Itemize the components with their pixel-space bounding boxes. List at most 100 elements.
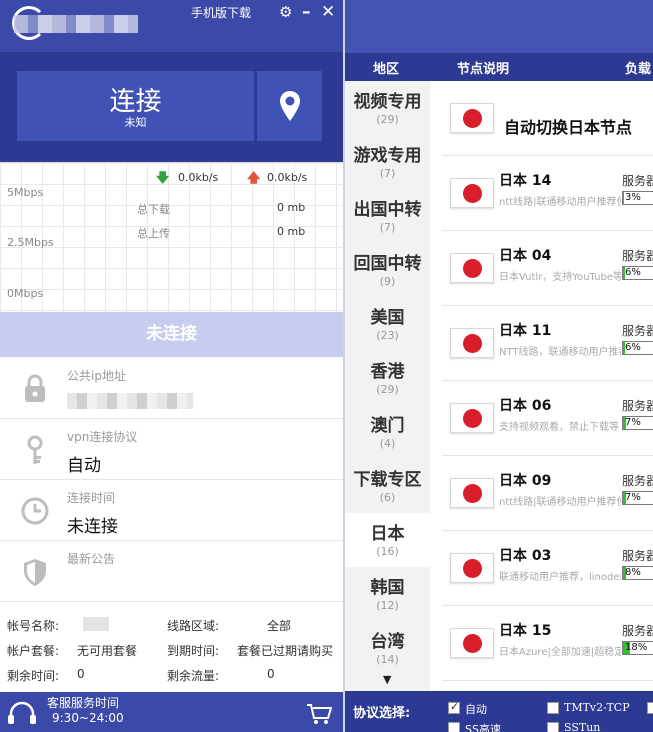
location-button[interactable]: [257, 71, 322, 141]
protocol-option-label: 自动: [465, 703, 487, 716]
expire-value[interactable]: 套餐已过期请购买: [237, 642, 333, 659]
auto-switch-node[interactable]: 自动切换日本节点: [442, 81, 653, 156]
line-region-label: 线路区域:: [167, 619, 220, 633]
title-bar: 手机版下载 ⚙ – ✕: [0, 0, 343, 52]
info-label: 公共ip地址: [67, 369, 126, 383]
minimize-icon[interactable]: –: [302, 2, 311, 22]
region-item[interactable]: 韩国 (12): [345, 567, 430, 621]
download-speed: 0.0kb/s: [178, 171, 219, 184]
connect-button[interactable]: 连接 未知: [17, 71, 254, 141]
protocol-bar: 协议选择: ✓ 自动 TMTv2-TCP SS高速 SSTun: [345, 691, 653, 732]
region-item[interactable]: 美国 (23): [345, 297, 430, 351]
map-pin-icon: [279, 91, 300, 121]
node-row[interactable]: 日本 11 NTT线路，联通移动用户推荐使用服务器 6%: [442, 306, 653, 381]
traffic-chart: 🡇 0.0kb/s 🡅 0.0kb/s 5Mbps 总下载 0 mb 总上传 0…: [0, 162, 343, 312]
protocol-checkbox-ss[interactable]: [448, 722, 460, 732]
mobile-download-link[interactable]: 手机版下载: [191, 4, 251, 21]
region-item[interactable]: 澳门 (4): [345, 405, 430, 459]
node-row[interactable]: 日本 04 日本Vutlr，支持YouTube等视频服务器 6%: [442, 231, 653, 306]
japan-flag-icon: [450, 403, 494, 433]
region-name: 回国中转: [353, 254, 422, 274]
node-row[interactable]: 日本 09 ntt线路|联通移动用户推荐使用服务器 7%: [442, 456, 653, 531]
blurred-ip-value: [67, 393, 193, 409]
info-row-vpn-protocol: vpn连接协议 自动: [0, 419, 343, 480]
line-region-value: 全部: [267, 619, 292, 633]
scroll-down-arrow-icon[interactable]: ▼: [383, 673, 391, 686]
cart-icon[interactable]: [306, 703, 332, 725]
auto-switch-label: 自动切换日本节点: [504, 118, 633, 137]
total-download-value: 0 mb: [277, 201, 306, 214]
gear-icon[interactable]: ⚙: [279, 4, 292, 20]
region-count: (7): [379, 221, 396, 234]
region-count: (6): [379, 491, 396, 504]
node-row[interactable]: 日本 15 日本Azure|全部加速|超稳定服务器 18%: [442, 606, 653, 681]
headset-icon[interactable]: [6, 701, 38, 727]
node-row[interactable]: 日本 14 ntt线路|联通移动用户推荐使用服务器 3%: [442, 156, 653, 231]
region-item[interactable]: 下载专区 (6): [345, 459, 430, 513]
protocol-checkbox-extra[interactable]: [647, 702, 653, 714]
connect-location-label: 未知: [124, 116, 147, 129]
protocol-checkbox-auto[interactable]: ✓: [448, 700, 460, 714]
node-load-bar: 6%: [622, 266, 653, 280]
region-item-selected[interactable]: 日本 (16): [345, 513, 430, 567]
info-label: 连接时间: [67, 491, 116, 505]
main-panel: 手机版下载 ⚙ – ✕ 连接 未知 🡇 0.0kb/s 🡅 0.0kb/s 5M…: [0, 0, 343, 732]
info-row-connect-time: 连接时间 未连接: [0, 480, 343, 541]
region-item[interactable]: 香港 (29): [345, 351, 430, 405]
column-description: 节点说明: [457, 62, 510, 77]
region-item[interactable]: 视频专用 (29): [345, 81, 430, 135]
info-row-announcement[interactable]: 最新公告: [0, 541, 343, 602]
region-item[interactable]: 出国中转 (7): [345, 189, 430, 243]
region-count: (14): [376, 653, 399, 666]
arrow-up-icon: 🡅: [247, 171, 261, 186]
info-label: 最新公告: [67, 552, 116, 566]
node-name: 日本 06: [499, 398, 552, 414]
node-load-value: 3%: [625, 192, 641, 203]
protocol-checkbox-tmtv2[interactable]: [547, 702, 559, 714]
region-item[interactable]: 台湾 (14): [345, 621, 430, 675]
footer-bar: 客服服务时间 9:30~24:00: [0, 692, 343, 732]
upload-speed: 0.0kb/s: [267, 171, 308, 184]
region-count: (16): [376, 545, 399, 558]
protocol-option-label: SSTun: [564, 721, 601, 732]
region-count: (12): [376, 599, 399, 612]
region-name: 韩国: [370, 578, 405, 598]
node-panel-header: [345, 0, 653, 53]
node-name: 日本 15: [499, 623, 552, 639]
node-name: 日本 04: [499, 248, 552, 264]
node-row[interactable]: 日本 03 联通移动用户推荐，linode线路服务器 8%: [442, 531, 653, 606]
node-load-value: 8%: [625, 567, 641, 578]
region-item[interactable]: 回国中转 (9): [345, 243, 430, 297]
node-load-bar: 6%: [622, 341, 653, 355]
node-load-bar: 8%: [622, 566, 653, 580]
node-description: 联通移动用户推荐，linode线路: [499, 572, 621, 582]
region-item[interactable]: 游戏专用 (7): [345, 135, 430, 189]
japan-flag-icon: [450, 178, 494, 208]
column-region: 地区: [373, 62, 400, 77]
region-count: (29): [376, 113, 399, 126]
node-load-label: 服务器: [622, 474, 653, 488]
node-name: 日本 09: [499, 473, 552, 489]
checkmark-icon: ✓: [450, 700, 460, 713]
close-icon[interactable]: ✕: [321, 2, 335, 22]
node-load-label: 服务器: [622, 174, 653, 188]
region-name: 台湾: [370, 632, 405, 652]
node-description: 日本Azure|全部加速|超稳定: [499, 647, 621, 657]
node-load-label: 服务器: [622, 549, 653, 563]
protocol-checkbox-sstun[interactable]: [547, 722, 559, 732]
node-row[interactable]: 日本 06 支持视频观看，禁止下载等服务器 7%: [442, 381, 653, 456]
service-hours: 9:30~24:00: [52, 711, 124, 725]
node-list-panel: 地区 节点说明 负载 视频专用 (29) 游戏专用 (7) 出国中转 (7) 回…: [343, 0, 653, 732]
node-load-value: 6%: [625, 267, 641, 278]
region-count: (23): [376, 329, 399, 342]
node-description: NTT线路，联通移动用户推荐使用: [499, 347, 621, 357]
node-load-value: 18%: [625, 642, 648, 653]
region-list: 视频专用 (29) 游戏专用 (7) 出国中转 (7) 回国中转 (9) 美国 …: [345, 81, 430, 691]
japan-flag-icon: [450, 478, 494, 508]
region-count: (7): [379, 167, 396, 180]
column-headers: 地区 节点说明 负载: [345, 53, 653, 81]
service-time-label: 客服服务时间: [47, 696, 120, 710]
region-name: 澳门: [370, 416, 405, 436]
region-name: 美国: [370, 308, 405, 328]
node-list: 自动切换日本节点 日本 14ntt线路|联通移动用户推荐使用服务器3%日本 04…: [430, 81, 653, 691]
